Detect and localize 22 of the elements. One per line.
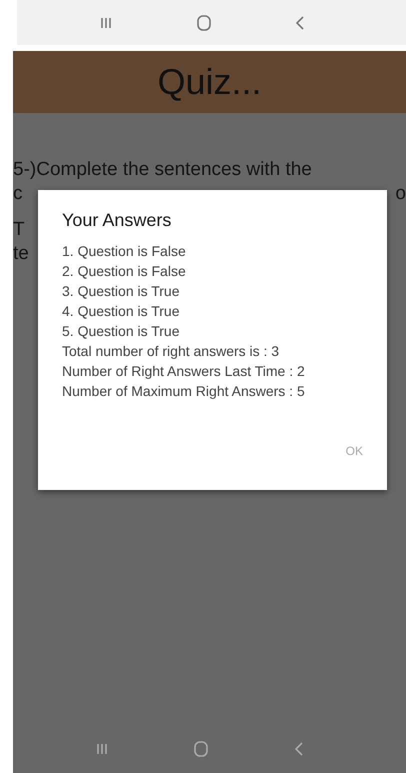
question-text: 5-)Complete the sentences with the: [13, 159, 312, 181]
answer-line: Number of Maximum Right Answers : 5: [62, 382, 306, 401]
recent-apps-icon[interactable]: [100, 16, 112, 28]
answer-line: 5. Question is True: [62, 322, 181, 341]
question-text: o: [395, 183, 406, 205]
dialog-title: Your Answers: [62, 210, 172, 231]
answer-line: 3. Question is True: [62, 282, 181, 301]
app-title: Quiz...: [157, 61, 262, 103]
answer-line: 4. Question is True: [62, 302, 181, 321]
answer-line: Total number of right answers is : 3: [62, 342, 280, 361]
back-icon[interactable]: [296, 16, 304, 30]
question-text: T: [13, 219, 25, 241]
home-icon[interactable]: [196, 14, 210, 30]
answer-line: Number of Right Answers Last Time : 2: [62, 362, 306, 381]
question-text: te: [13, 243, 29, 265]
home-icon[interactable]: [194, 741, 208, 757]
ok-button[interactable]: OK: [342, 440, 367, 462]
question-text: c: [13, 183, 22, 205]
back-icon[interactable]: [294, 742, 303, 756]
recent-apps-icon[interactable]: [96, 743, 108, 755]
answer-line: 1. Question is False: [62, 242, 187, 261]
answer-line: 2. Question is False: [62, 262, 187, 281]
